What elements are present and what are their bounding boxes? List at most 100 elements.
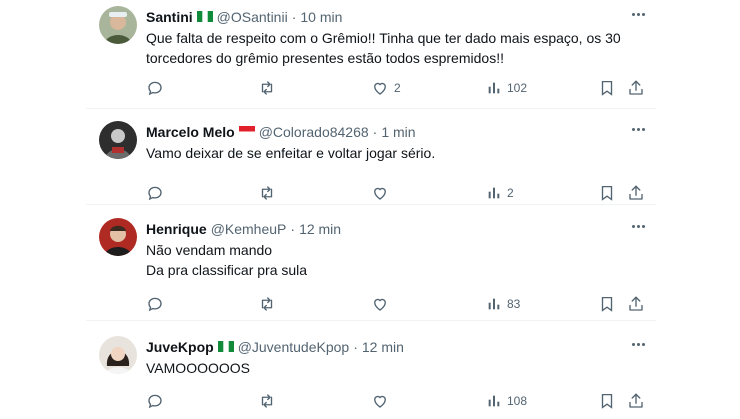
tweet[interactable]: JuveKpop @JuventudeKpop · 12 min VAMOOOO… xyxy=(86,321,656,419)
more-options-icon[interactable] xyxy=(628,218,648,234)
views-icon xyxy=(486,80,502,96)
views-icon xyxy=(486,185,502,201)
more-options-icon[interactable] xyxy=(628,6,648,22)
action-bar: 83 xyxy=(86,294,656,314)
avatar-image-icon xyxy=(99,218,137,256)
user-handle[interactable]: @KemheuP xyxy=(211,221,287,237)
share-icon xyxy=(627,79,645,97)
bookmark-icon xyxy=(598,295,616,313)
share-button[interactable] xyxy=(627,183,645,203)
more-options-icon[interactable] xyxy=(628,336,648,352)
reply-icon xyxy=(146,184,164,202)
share-icon xyxy=(627,184,645,202)
timestamp[interactable]: 10 min xyxy=(300,9,342,25)
tweet-text-line: VAMOOOOOOS xyxy=(146,360,250,376)
views-button[interactable]: 108 xyxy=(486,391,527,411)
display-name[interactable]: Santini xyxy=(146,9,193,25)
red-white-flag-icon xyxy=(238,124,255,140)
reply-button[interactable] xyxy=(146,78,164,98)
like-button[interactable] xyxy=(371,294,394,314)
like-icon xyxy=(371,392,389,410)
nigeria-flag-icon xyxy=(196,9,213,25)
reply-button[interactable] xyxy=(146,183,164,203)
reply-button[interactable] xyxy=(146,391,164,411)
repost-button[interactable] xyxy=(258,391,276,411)
avatar[interactable] xyxy=(99,121,137,159)
action-bar: 2 102 xyxy=(86,78,656,98)
repost-icon xyxy=(258,79,276,97)
views-button[interactable]: 83 xyxy=(486,294,520,314)
repost-button[interactable] xyxy=(258,294,276,314)
bookmark-button[interactable] xyxy=(598,391,616,411)
tweet[interactable]: Henrique @KemheuP · 12 min Não vendam ma… xyxy=(86,205,656,321)
user-handle[interactable]: @Colorado84268 xyxy=(259,124,369,140)
tweet-text-line: Que falta de respeito com o Grêmio!! Tin… xyxy=(146,30,621,46)
more-options-icon[interactable] xyxy=(628,121,648,137)
bookmark-icon xyxy=(598,184,616,202)
reply-button[interactable] xyxy=(146,294,164,314)
bookmark-button[interactable] xyxy=(598,78,616,98)
tweet-text-line: torcedores do grêmio presentes estão tod… xyxy=(146,50,504,66)
tweet-text-line: Da pra classificar pra sula xyxy=(146,262,308,278)
tweet[interactable]: Santini @OSantinii · 10 min Que falta de… xyxy=(86,0,656,109)
tweet-text: Vamo deixar de se enfeitar e voltar joga… xyxy=(146,143,644,163)
tweet-text: Não vendam mando Da pra classificar pra … xyxy=(146,240,644,280)
action-bar: 2 xyxy=(86,183,656,203)
repost-icon xyxy=(258,392,276,410)
tweet-text: Que falta de respeito com o Grêmio!! Tin… xyxy=(146,28,644,68)
views-count: 102 xyxy=(507,81,528,95)
avatar-image-icon xyxy=(99,121,137,159)
bookmark-button[interactable] xyxy=(598,183,616,203)
avatar[interactable] xyxy=(99,218,137,256)
separator-dot: · xyxy=(353,339,358,355)
timestamp[interactable]: 12 min xyxy=(299,221,341,237)
like-button[interactable]: 2 xyxy=(371,78,401,98)
avatar[interactable] xyxy=(99,336,137,374)
views-count: 83 xyxy=(507,297,521,311)
tweet-text: VAMOOOOOOS xyxy=(146,358,644,378)
repost-icon xyxy=(258,295,276,313)
reply-icon xyxy=(146,79,164,97)
timestamp[interactable]: 1 min xyxy=(381,124,415,140)
share-button[interactable] xyxy=(627,294,645,314)
views-icon xyxy=(486,296,502,312)
share-icon xyxy=(627,392,645,410)
timestamp[interactable]: 12 min xyxy=(362,339,404,355)
share-button[interactable] xyxy=(627,78,645,98)
tweet-feed: Santini @OSantinii · 10 min Que falta de… xyxy=(86,0,656,419)
display-name[interactable]: JuveKpop xyxy=(146,339,214,355)
separator-dot: · xyxy=(291,9,297,25)
share-icon xyxy=(627,295,645,313)
tweet-text-line: Vamo deixar de se enfeitar e voltar joga… xyxy=(146,145,436,161)
avatar[interactable] xyxy=(99,6,137,44)
separator-dot: · xyxy=(372,124,378,140)
tweet[interactable]: Marcelo Melo @Colorado84268 · 1 min Vamo… xyxy=(86,109,656,205)
repost-button[interactable] xyxy=(258,183,276,203)
like-icon xyxy=(371,79,389,97)
like-icon xyxy=(371,295,389,313)
repost-icon xyxy=(258,184,276,202)
avatar-image-icon xyxy=(99,336,137,374)
repost-button[interactable] xyxy=(258,78,276,98)
like-button[interactable] xyxy=(371,183,394,203)
user-handle[interactable]: @JuventudeKpop xyxy=(238,339,350,355)
nigeria-flag-icon xyxy=(217,339,234,355)
views-button[interactable]: 102 xyxy=(486,78,527,98)
views-count: 2 xyxy=(507,186,514,200)
separator-dot: · xyxy=(290,221,296,237)
share-button[interactable] xyxy=(627,391,645,411)
like-button[interactable] xyxy=(371,391,394,411)
display-name[interactable]: Henrique xyxy=(146,221,207,237)
like-icon xyxy=(371,184,389,202)
bookmark-button[interactable] xyxy=(598,294,616,314)
tweet-text-line: Não vendam mando xyxy=(146,242,273,258)
views-count: 108 xyxy=(507,394,528,408)
reply-icon xyxy=(146,392,164,410)
views-button[interactable]: 2 xyxy=(486,183,514,203)
user-handle[interactable]: @OSantinii xyxy=(217,9,288,25)
bookmark-icon xyxy=(598,392,616,410)
action-bar: 108 xyxy=(86,391,656,411)
avatar-image-icon xyxy=(99,6,137,44)
likes-count: 2 xyxy=(394,81,401,95)
display-name[interactable]: Marcelo Melo xyxy=(146,124,235,140)
